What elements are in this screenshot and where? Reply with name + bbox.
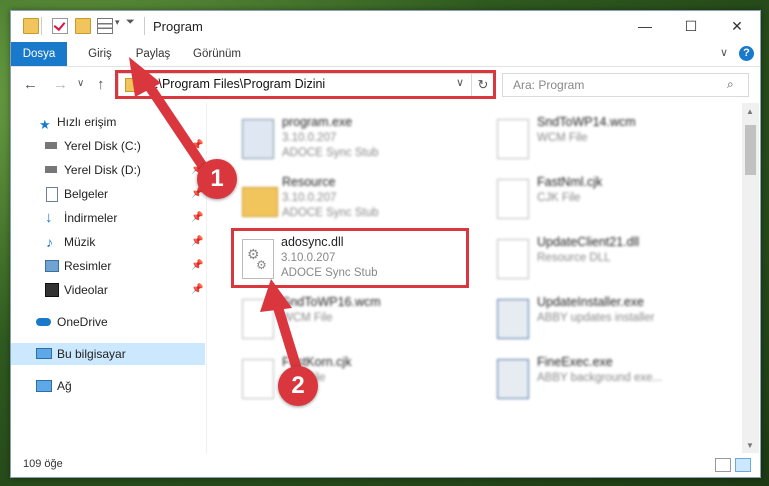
sidebar-item-downloads[interactable]: ↓ İndirmeler 📌 <box>11 207 205 229</box>
chevron-down-icon[interactable]: ▾ <box>115 17 120 28</box>
navigation-pane: ★ Hızlı erişim Yerel Disk (C:) 📌 Yerel D… <box>11 103 206 453</box>
callout-badge-2: 2 <box>278 366 318 406</box>
pin-icon[interactable]: 📌 <box>191 279 203 301</box>
ribbon-tabs: Dosya Giriş Paylaş Görünüm ∨ ? <box>11 42 760 67</box>
window-title: Program <box>153 19 203 34</box>
search-input[interactable]: Ara: Program <box>513 78 584 92</box>
sidebar-item-label: İndirmeler <box>64 211 118 225</box>
star-icon: ★ <box>39 117 51 132</box>
sidebar-item-label: Yerel Disk (C:) <box>64 139 141 153</box>
search-icon: ⌕ <box>727 77 734 91</box>
download-icon: ↓ <box>45 209 53 226</box>
pin-icon[interactable]: 📌 <box>191 255 203 277</box>
divider <box>41 17 42 35</box>
divider <box>144 17 145 35</box>
pin-icon[interactable]: 📌 <box>191 207 203 229</box>
tab-share[interactable]: Paylaş <box>125 42 181 66</box>
sidebar-item-label: Müzik <box>64 235 96 249</box>
pin-icon[interactable]: 📌 <box>191 135 203 157</box>
file-highlight <box>231 228 469 288</box>
sidebar-item-quick-access[interactable]: ★ Hızlı erişim <box>11 111 205 133</box>
scroll-down-icon[interactable]: ▼ <box>746 441 754 450</box>
minimize-button[interactable]: — <box>622 11 668 42</box>
sidebar-item-label: OneDrive <box>57 315 108 329</box>
details-view-icon[interactable] <box>715 458 731 472</box>
tab-file[interactable]: Dosya <box>11 42 67 66</box>
sidebar-item-network[interactable]: Ağ <box>11 375 205 397</box>
search-box[interactable]: Ara: Program ⌕ <box>502 73 749 97</box>
tab-view[interactable]: Görünüm <box>181 42 253 66</box>
vertical-scrollbar[interactable]: ▲ ▼ <box>742 103 759 453</box>
properties-icon[interactable] <box>52 18 68 34</box>
large-icons-view-icon[interactable] <box>735 458 751 472</box>
sidebar-item-label: Resimler <box>64 259 112 273</box>
file-explorer-window: ▾ ⏷ Program — ☐ ✕ Dosya Giriş Paylaş Gör… <box>10 10 761 478</box>
folder-icon <box>23 18 39 34</box>
sidebar-item-pictures[interactable]: Resimler 📌 <box>11 255 205 277</box>
music-icon: ♪ <box>46 234 53 250</box>
back-button[interactable]: ← <box>23 76 38 93</box>
sidebar-item-label: Bu bilgisayar <box>57 347 126 361</box>
drive-icon <box>45 166 57 173</box>
sidebar-item-label: Yerel Disk (D:) <box>64 163 141 177</box>
sidebar-item-label: Hızlı erişim <box>57 115 117 129</box>
computer-icon <box>36 348 52 359</box>
tab-home[interactable]: Giriş <box>75 42 125 66</box>
title-bar: ▾ ⏷ Program — ☐ ✕ <box>11 11 760 42</box>
up-button[interactable]: ↑ <box>97 76 105 93</box>
maximize-button[interactable]: ☐ <box>668 11 714 42</box>
cloud-icon <box>36 318 51 326</box>
address-highlight <box>115 70 496 99</box>
sidebar-item-local-disk-d[interactable]: Yerel Disk (D:) 📌 <box>11 159 205 181</box>
item-count: 109 öğe <box>23 458 63 470</box>
picture-icon <box>45 260 59 272</box>
video-icon <box>45 283 59 297</box>
pin-icon[interactable]: 📌 <box>191 231 203 253</box>
network-icon <box>36 380 52 392</box>
sidebar-item-videos[interactable]: Videolar 📌 <box>11 279 205 301</box>
sidebar-item-music[interactable]: ♪ Müzik 📌 <box>11 231 205 253</box>
new-folder-icon[interactable] <box>75 18 91 34</box>
sidebar-item-label: Videolar <box>64 283 108 297</box>
recent-locations-button[interactable]: ∨ <box>77 78 84 89</box>
view-options-icon[interactable] <box>97 18 113 34</box>
scroll-up-icon[interactable]: ▲ <box>746 107 754 116</box>
callout-badge-1: 1 <box>197 159 237 199</box>
help-icon[interactable]: ? <box>739 46 754 61</box>
forward-button[interactable]: → <box>53 76 68 93</box>
drive-icon <box>45 142 57 149</box>
pane-divider <box>206 103 207 453</box>
expand-ribbon-icon[interactable]: ∨ <box>720 46 728 59</box>
sidebar-item-onedrive[interactable]: OneDrive <box>11 311 205 333</box>
sidebar-item-local-disk-c[interactable]: Yerel Disk (C:) 📌 <box>11 135 205 157</box>
sidebar-item-this-pc[interactable]: Bu bilgisayar <box>11 343 205 365</box>
customize-toolbar-icon[interactable]: ⏷ <box>126 16 135 29</box>
status-bar: 109 öğe <box>11 453 760 477</box>
sidebar-item-label: Belgeler <box>64 187 109 201</box>
sidebar-item-label: Ağ <box>57 379 72 393</box>
scrollbar-thumb[interactable] <box>745 125 756 175</box>
close-button[interactable]: ✕ <box>714 11 760 42</box>
document-icon <box>46 187 58 202</box>
sidebar-item-documents[interactable]: Belgeler 📌 <box>11 183 205 205</box>
